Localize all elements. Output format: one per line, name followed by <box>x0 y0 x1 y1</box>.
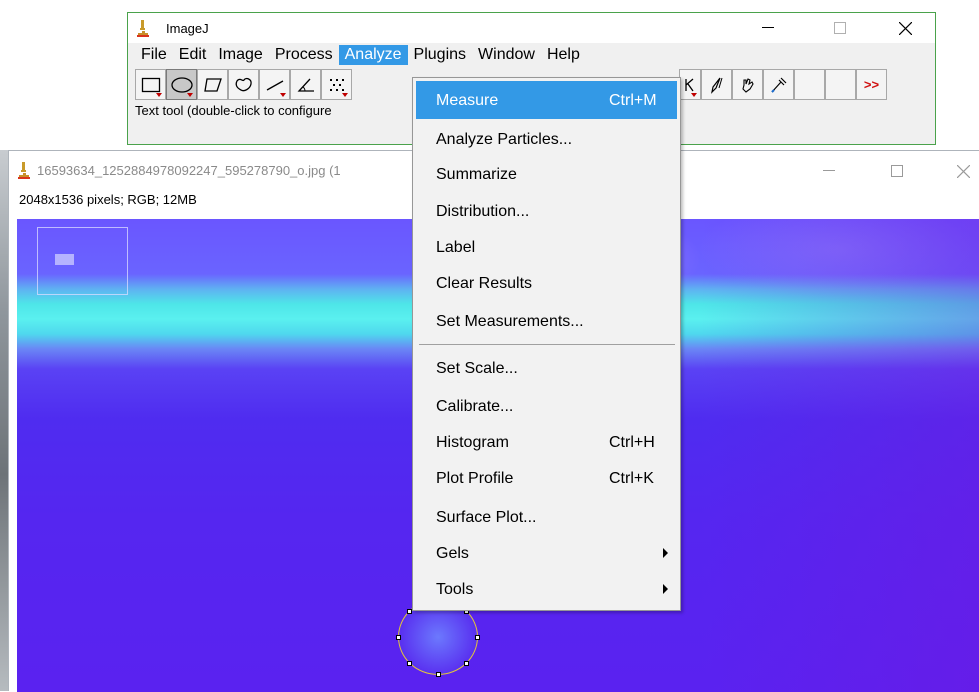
angle-tool-button[interactable] <box>290 69 321 100</box>
menu-item-set-scale[interactable]: Set Scale... <box>416 349 677 387</box>
close-icon <box>956 164 970 178</box>
shortcut-text: Ctrl+H <box>609 434 655 451</box>
freehand-tool-icon <box>235 77 252 91</box>
oval-tool-icon <box>170 76 193 93</box>
shortcut-text: Ctrl+M <box>609 92 657 109</box>
minimize-icon <box>823 170 835 171</box>
menu-separator <box>419 344 675 345</box>
brush-tool-button[interactable] <box>701 69 732 100</box>
minimize-button[interactable] <box>809 156 849 186</box>
menu-item-measure[interactable]: Measure Ctrl+M <box>416 81 677 119</box>
hand-tool-button[interactable] <box>732 69 763 100</box>
menu-bar: File Edit Image Process Analyze Plugins … <box>128 43 935 67</box>
menu-help[interactable]: Help <box>541 45 586 65</box>
microscope-icon <box>136 19 150 42</box>
angle-tool-icon <box>297 78 314 92</box>
menu-item-gels[interactable]: Gels <box>416 534 677 572</box>
more-tools-label: >> <box>863 77 880 92</box>
menu-item-summarize[interactable]: Summarize <box>416 155 677 193</box>
line-tool-button[interactable] <box>259 69 290 100</box>
text-tool-icon <box>685 78 694 91</box>
empty-tool-slot[interactable] <box>794 69 825 100</box>
roi-handle[interactable] <box>475 635 480 640</box>
dropper-tool-icon <box>770 77 786 93</box>
empty-tool-slot[interactable] <box>825 69 856 100</box>
menu-analyze[interactable]: Analyze <box>338 45 408 65</box>
status-bar: Text tool (double-click to configure <box>135 103 332 118</box>
image-window-title: 16593634_1252884978092247_595278790_o.jp… <box>37 163 341 178</box>
overview-viewport-marker <box>55 254 74 265</box>
imagej-title: ImageJ <box>166 21 209 36</box>
submenu-arrow-icon <box>663 584 668 594</box>
menu-item-set-measurements[interactable]: Set Measurements... <box>416 302 677 340</box>
menu-item-calibrate[interactable]: Calibrate... <box>416 387 677 425</box>
menu-item-plot-profile[interactable]: Plot Profile Ctrl+K <box>416 459 677 497</box>
maximize-icon <box>891 165 903 177</box>
point-tool-icon <box>329 78 344 91</box>
navigation-overview[interactable] <box>37 227 128 295</box>
close-button[interactable] <box>885 13 925 43</box>
menu-item-histogram[interactable]: Histogram Ctrl+H <box>416 423 677 461</box>
brush-tool-icon <box>710 77 722 94</box>
menu-edit[interactable]: Edit <box>173 45 213 65</box>
point-tool-button[interactable] <box>321 69 352 100</box>
roi-handle[interactable] <box>464 661 469 666</box>
submenu-arrow-icon <box>663 548 668 558</box>
menu-item-distribution[interactable]: Distribution... <box>416 192 677 230</box>
rectangle-tool-button[interactable] <box>135 69 166 100</box>
line-tool-icon <box>266 79 283 91</box>
roi-handle[interactable] <box>407 661 412 666</box>
maximize-button[interactable] <box>820 13 860 43</box>
menu-window[interactable]: Window <box>472 45 541 65</box>
roi-handle[interactable] <box>396 635 401 640</box>
imagej-titlebar[interactable]: ImageJ <box>128 13 935 43</box>
minimize-icon <box>762 27 774 28</box>
menu-item-clear-results[interactable]: Clear Results <box>416 264 677 302</box>
menu-item-analyze-particles[interactable]: Analyze Particles... <box>416 120 677 158</box>
tool-bar <box>135 69 352 100</box>
rectangle-tool-icon <box>141 77 160 92</box>
polygon-tool-icon <box>203 77 222 92</box>
maximize-icon <box>834 22 846 34</box>
dropper-tool-button[interactable] <box>763 69 794 100</box>
freehand-tool-button[interactable] <box>228 69 259 100</box>
menu-plugins[interactable]: Plugins <box>408 45 472 65</box>
menu-item-tools[interactable]: Tools <box>416 570 677 608</box>
analyze-menu-dropdown: Measure Ctrl+M Analyze Particles... Summ… <box>412 77 681 611</box>
menu-process[interactable]: Process <box>269 45 339 65</box>
close-icon <box>898 21 912 35</box>
tool-bar-right: >> <box>679 69 887 100</box>
polygon-tool-button[interactable] <box>197 69 228 100</box>
menu-file[interactable]: File <box>135 45 173 65</box>
menu-image[interactable]: Image <box>212 45 268 65</box>
more-tools-button[interactable]: >> <box>856 69 887 100</box>
oval-tool-button[interactable] <box>166 69 197 100</box>
roi-handle[interactable] <box>436 672 441 677</box>
microscope-icon <box>17 161 31 184</box>
image-info-text: 2048x1536 pixels; RGB; 12MB <box>19 192 197 207</box>
menu-item-label[interactable]: Label <box>416 228 677 266</box>
close-button[interactable] <box>943 156 979 186</box>
menu-item-surface-plot[interactable]: Surface Plot... <box>416 498 677 536</box>
hand-tool-icon <box>741 77 754 93</box>
minimize-button[interactable] <box>748 13 788 43</box>
maximize-button[interactable] <box>877 156 917 186</box>
shortcut-text: Ctrl+K <box>609 470 654 487</box>
text-tool-button[interactable] <box>679 69 701 100</box>
